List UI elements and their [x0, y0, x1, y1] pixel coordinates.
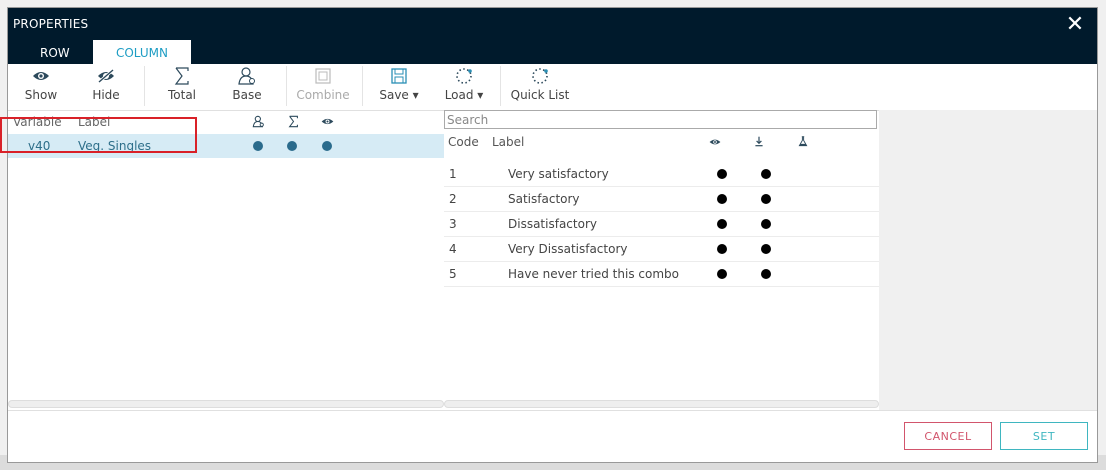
- toolbar: Show Hide Total Base Combine Save ▾ Load…: [8, 64, 1097, 111]
- net-indicator[interactable]: [761, 219, 771, 229]
- save-label: Save ▾: [379, 88, 419, 102]
- combine-button[interactable]: Combine: [296, 66, 350, 108]
- hide-label: Hide: [92, 88, 120, 102]
- net-indicator[interactable]: [761, 244, 771, 254]
- code-value: 1: [449, 167, 457, 181]
- show-indicator[interactable]: [322, 141, 332, 151]
- label-column-header: Label: [492, 135, 525, 149]
- side-panel: [879, 110, 1097, 410]
- show-indicator[interactable]: [717, 244, 727, 254]
- code-column-header: Code: [448, 135, 479, 149]
- total-indicator[interactable]: [287, 141, 297, 151]
- code-label: Have never tried this combo: [508, 267, 679, 281]
- show-indicator[interactable]: [717, 269, 727, 279]
- load-label: Load ▾: [444, 88, 484, 102]
- save-button[interactable]: Save ▾: [378, 66, 420, 108]
- toolbar-divider: [286, 66, 287, 106]
- tab-row[interactable]: ROW: [16, 40, 93, 64]
- dialog-title: PROPERTIES: [13, 17, 89, 31]
- close-icon[interactable]: ✕: [1065, 14, 1085, 36]
- code-row[interactable]: 1 Very satisfactory: [444, 162, 879, 187]
- combine-icon: [315, 68, 331, 84]
- download-icon: [755, 136, 763, 147]
- code-value: 3: [449, 217, 457, 231]
- toolbar-divider: [362, 66, 363, 106]
- show-indicator[interactable]: [717, 169, 727, 179]
- dialog-header: PROPERTIES ✕ ROW COLUMN: [8, 8, 1097, 64]
- base-label: Base: [232, 88, 262, 102]
- sigma-icon: [288, 115, 298, 128]
- total-button[interactable]: Total: [164, 66, 200, 108]
- properties-dialog: PROPERTIES ✕ ROW COLUMN Show Hide Total …: [8, 8, 1097, 462]
- code-label: Satisfactory: [508, 192, 580, 206]
- show-button[interactable]: Show: [22, 66, 60, 108]
- quick-list-label: Quick List: [510, 88, 570, 102]
- cancel-button[interactable]: CANCEL: [904, 422, 992, 450]
- codes-scrollbar[interactable]: [444, 400, 879, 408]
- code-label: Dissatisfactory: [508, 217, 597, 231]
- base-button[interactable]: Base: [230, 66, 264, 108]
- show-indicator[interactable]: [717, 219, 727, 229]
- code-row[interactable]: 2 Satisfactory: [444, 187, 879, 212]
- net-indicator[interactable]: [761, 269, 771, 279]
- code-row[interactable]: 5 Have never tried this combo: [444, 262, 879, 287]
- net-indicator[interactable]: [761, 169, 771, 179]
- total-label: Total: [167, 88, 197, 102]
- toolbar-divider: [500, 66, 501, 106]
- floppy-disk-icon: [391, 68, 407, 84]
- code-value: 4: [449, 242, 457, 256]
- set-button[interactable]: SET: [1000, 422, 1088, 450]
- code-label: Very Dissatisfactory: [508, 242, 628, 256]
- eye-icon: [709, 139, 721, 145]
- search-input[interactable]: [444, 110, 877, 129]
- eye-icon: [33, 72, 49, 80]
- sigma-icon: [174, 67, 189, 85]
- quick-list-button[interactable]: Quick List: [510, 66, 570, 108]
- tab-column[interactable]: COLUMN: [93, 40, 191, 64]
- dialog-footer: CANCEL SET: [8, 410, 1097, 463]
- eye-icon: [321, 118, 334, 125]
- flask-icon: [798, 136, 808, 147]
- codes-pane: Code Label 1 Very satisfactory 2 Satisfa…: [444, 132, 879, 287]
- code-row[interactable]: 3 Dissatisfactory: [444, 212, 879, 237]
- spinner-icon: [456, 68, 472, 84]
- tab-bar: ROW COLUMN: [16, 40, 191, 64]
- eye-slash-icon: [98, 68, 114, 84]
- code-row[interactable]: 4 Very Dissatisfactory: [444, 237, 879, 262]
- code-value: 2: [449, 192, 457, 206]
- variables-pane: Variable Label v40 Veg. Singles: [8, 111, 444, 411]
- toolbar-divider: [144, 66, 145, 106]
- load-button[interactable]: Load ▾: [442, 66, 486, 108]
- show-label: Show: [24, 88, 58, 102]
- selection-highlight: [0, 117, 197, 153]
- hide-button[interactable]: Hide: [88, 66, 124, 108]
- base-person-icon: [238, 67, 255, 85]
- show-indicator[interactable]: [717, 194, 727, 204]
- code-label: Very satisfactory: [508, 167, 609, 181]
- base-person-icon: [252, 115, 264, 128]
- spinner-icon: [532, 68, 548, 84]
- base-indicator[interactable]: [253, 141, 263, 151]
- combine-label: Combine: [296, 88, 350, 102]
- code-value: 5: [449, 267, 457, 281]
- variables-scrollbar[interactable]: [8, 400, 444, 408]
- net-indicator[interactable]: [761, 194, 771, 204]
- codes-header: Code Label: [444, 132, 879, 154]
